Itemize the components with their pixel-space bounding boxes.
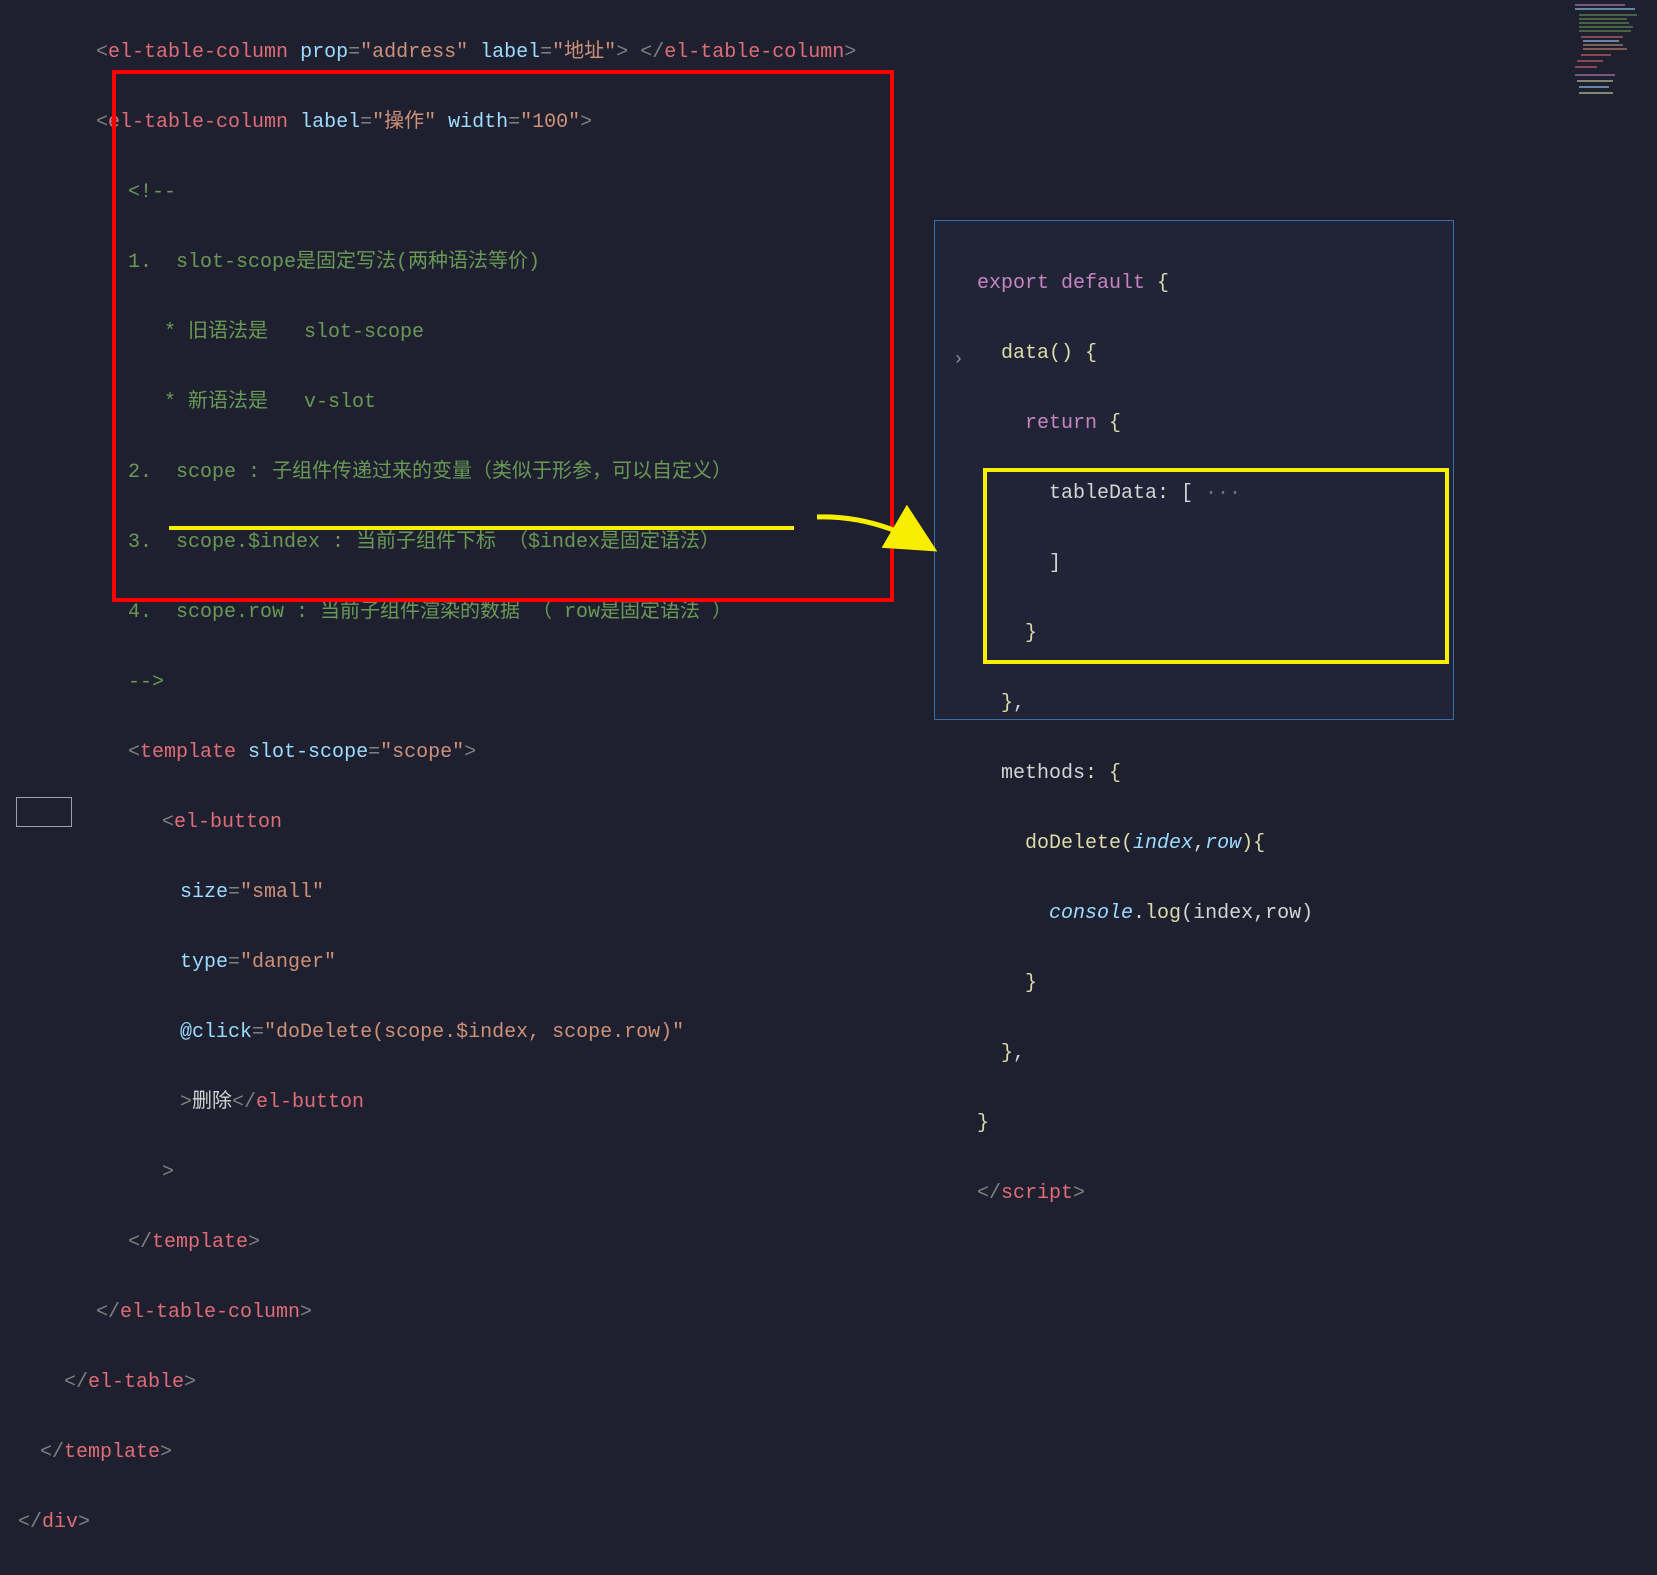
code-line[interactable]: methods: { (977, 756, 1435, 791)
code-peek-panel[interactable]: export default { data() { return { table… (934, 220, 1454, 720)
code-line[interactable]: export default { (977, 266, 1435, 301)
code-line[interactable]: </el-table-column> (0, 1295, 1657, 1330)
string: "address" (360, 41, 468, 64)
minimap[interactable] (1573, 2, 1655, 150)
bracket: < (96, 41, 108, 64)
code-line[interactable]: console.log(index,row) (977, 896, 1435, 931)
fold-chevron-icon[interactable]: › (953, 345, 964, 377)
code-line[interactable]: </script> (977, 1176, 1435, 1211)
code-line[interactable]: ] (977, 546, 1435, 581)
code-line[interactable]: } (977, 1106, 1435, 1141)
code-line[interactable]: doDelete(index,row){ (977, 826, 1435, 861)
code-line[interactable]: }, (977, 1036, 1435, 1071)
code-line[interactable]: <el-table-column prop="address" label="地… (0, 35, 1657, 70)
code-line[interactable]: tableData: [ ··· (977, 476, 1435, 511)
code-line[interactable]: </div> (0, 1505, 1657, 1540)
code-line[interactable]: data() { (977, 336, 1435, 371)
attr: label (480, 41, 540, 64)
code-editor-right[interactable]: export default { data() { return { table… (935, 221, 1453, 1291)
code-line[interactable]: </template> (0, 1435, 1657, 1470)
code-line[interactable]: <el-table-column label="操作" width="100"> (0, 105, 1657, 140)
code-line[interactable]: }, (977, 686, 1435, 721)
tag: el-table-column (108, 41, 288, 64)
code-line[interactable]: } (977, 966, 1435, 1001)
string: "地址" (552, 41, 616, 64)
attr: prop (300, 41, 348, 64)
code-line[interactable]: } (977, 616, 1435, 651)
code-line[interactable]: return { (977, 406, 1435, 441)
code-line[interactable]: </el-table> (0, 1365, 1657, 1400)
comment-line[interactable]: <!-- (0, 175, 1657, 210)
